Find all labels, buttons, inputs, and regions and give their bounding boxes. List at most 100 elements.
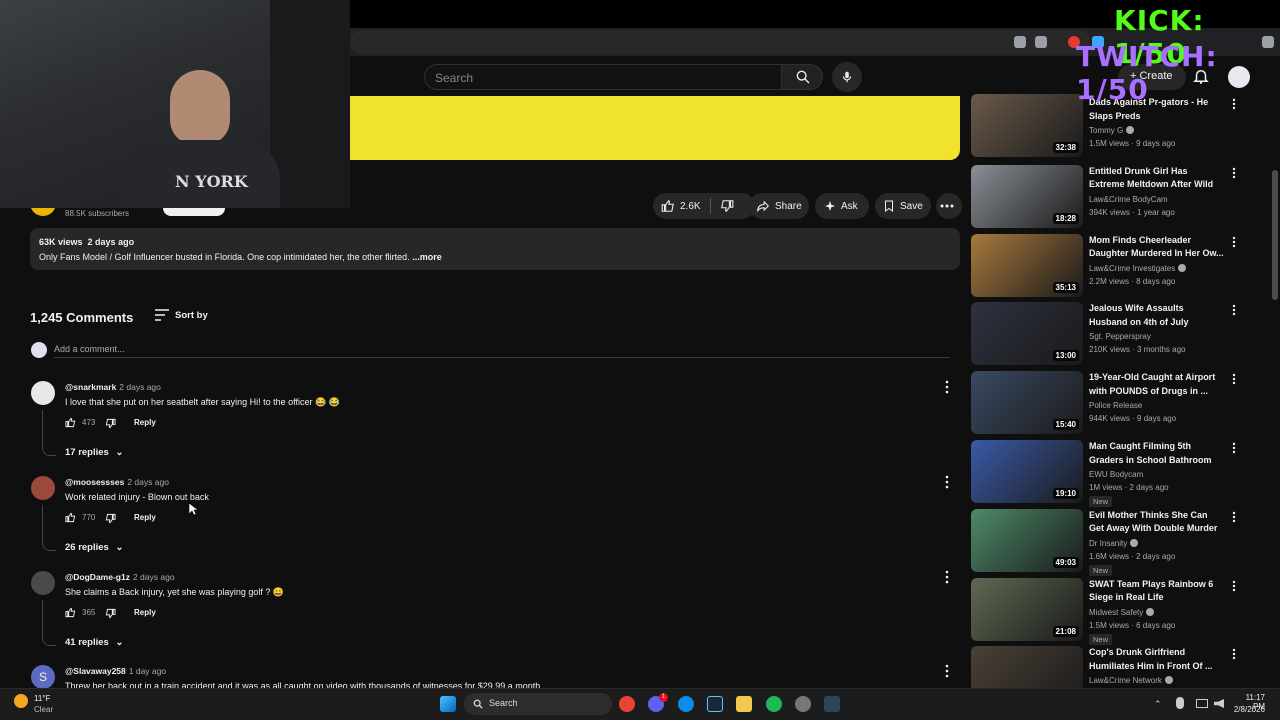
comment-author[interactable]: @moosessses 2 days ago: [65, 477, 169, 487]
video-title[interactable]: Man Caught Filming 5th Graders in School…: [1089, 440, 1224, 467]
video-title[interactable]: Mom Finds Cheerleader Daughter Murdered …: [1089, 234, 1224, 261]
thumbs-up-icon[interactable]: [65, 417, 76, 428]
network-icon[interactable]: [1196, 699, 1208, 708]
reply-button[interactable]: Reply: [134, 513, 156, 522]
video-thumbnail[interactable]: 18:28: [971, 164, 1083, 228]
share-button[interactable]: Share: [749, 193, 809, 219]
video-thumbnail[interactable]: 15:40: [971, 371, 1083, 435]
chrome-icon[interactable]: [619, 696, 635, 712]
video-menu-icon[interactable]: [1231, 511, 1237, 523]
sparkle-icon: [825, 201, 835, 211]
comment-menu-icon[interactable]: [944, 570, 950, 584]
comment-author[interactable]: @snarkmark 2 days ago: [65, 382, 161, 392]
video-channel[interactable]: Sgt. Pepperspray: [1089, 332, 1151, 341]
video-channel[interactable]: Dr Insanity: [1089, 538, 1139, 548]
view-replies-button[interactable]: 26 replies ⌄: [65, 542, 123, 553]
video-thumbnail[interactable]: 21:08: [971, 577, 1083, 641]
ask-label: Ask: [841, 200, 858, 212]
video-channel[interactable]: Midwest Safety: [1089, 607, 1155, 617]
video-player-area[interactable]: [350, 96, 960, 160]
save-button[interactable]: Save: [875, 193, 931, 219]
thumbs-down-icon[interactable]: [105, 608, 116, 619]
video-menu-icon[interactable]: [1231, 648, 1237, 660]
comment-author[interactable]: @DogDame-g1z 2 days ago: [65, 572, 175, 582]
video-channel[interactable]: Police Release: [1089, 401, 1142, 410]
commenter-avatar[interactable]: S: [31, 665, 55, 689]
video-menu-icon[interactable]: [1231, 236, 1237, 248]
taskbar-search[interactable]: Search: [464, 693, 612, 715]
video-thumbnail[interactable]: 19:10: [971, 440, 1083, 503]
reply-button[interactable]: Reply: [134, 418, 156, 427]
video-menu-icon[interactable]: [1231, 580, 1237, 592]
like-count[interactable]: 2.6K: [680, 201, 701, 212]
subscribe-button[interactable]: [163, 208, 225, 216]
comment-author[interactable]: @Slavaway258 1 day ago: [65, 666, 166, 676]
address-bar[interactable]: [350, 30, 1090, 54]
video-title[interactable]: SWAT Team Plays Rainbow 6 Siege in Real …: [1089, 578, 1224, 605]
clock-date[interactable]: 2/8/2026: [1233, 705, 1265, 714]
comment-menu-icon[interactable]: [944, 380, 950, 394]
sort-by-button[interactable]: Sort by: [155, 309, 208, 321]
thumbs-up-icon[interactable]: [65, 607, 76, 618]
commenter-avatar[interactable]: [31, 476, 55, 500]
app-icon[interactable]: [795, 696, 811, 712]
thumbs-down-icon[interactable]: [105, 513, 116, 524]
description-more-link[interactable]: ...more: [412, 252, 442, 262]
steam-icon[interactable]: [707, 696, 723, 712]
cast-icon[interactable]: [1014, 36, 1026, 48]
search-button[interactable]: [781, 64, 823, 90]
tray-chevron-icon[interactable]: ⌃: [1154, 699, 1162, 710]
search-input[interactable]: Search: [424, 64, 782, 90]
description-box[interactable]: 63K views 2 days ago Only Fans Model / G…: [30, 228, 960, 270]
bookmark-star-icon[interactable]: [1035, 36, 1047, 48]
thumbs-down-icon[interactable]: [720, 199, 734, 213]
video-thumbnail[interactable]: 49:03: [971, 508, 1083, 572]
comment-time[interactable]: 2 days ago: [127, 477, 169, 487]
video-thumbnail[interactable]: 13:00: [971, 302, 1083, 366]
video-thumbnail[interactable]: 35:13: [971, 233, 1083, 297]
video-title[interactable]: Jealous Wife Assaults Husband on 4th of …: [1089, 302, 1224, 329]
video-title[interactable]: Entitled Drunk Girl Has Extreme Meltdown…: [1089, 165, 1224, 193]
microphone-icon[interactable]: [1176, 697, 1184, 709]
video-channel[interactable]: Law&Crime BodyCam: [1089, 195, 1168, 204]
view-replies-button[interactable]: 41 replies ⌄: [65, 637, 123, 648]
video-menu-icon[interactable]: [1231, 442, 1237, 454]
thumbs-down-icon[interactable]: [105, 418, 116, 429]
video-title[interactable]: 19-Year-Old Caught at Airport with POUND…: [1089, 371, 1224, 398]
video-menu-icon[interactable]: [1231, 304, 1237, 316]
view-replies-button[interactable]: 17 replies ⌄: [65, 447, 123, 458]
add-comment-input[interactable]: Add a comment...: [54, 344, 950, 358]
scrollbar-thumb[interactable]: [1272, 170, 1278, 300]
commenter-avatar[interactable]: [31, 381, 55, 405]
weather-temp[interactable]: 11°F: [34, 694, 50, 703]
comment-time[interactable]: 2 days ago: [133, 572, 175, 582]
weather-desc[interactable]: Clear: [34, 705, 53, 714]
comment-menu-icon[interactable]: [944, 475, 950, 489]
video-menu-icon[interactable]: [1231, 167, 1237, 179]
spotify-icon[interactable]: [766, 696, 782, 712]
video-menu-icon[interactable]: [1231, 373, 1237, 385]
more-actions-button[interactable]: [936, 193, 962, 219]
weather-icon[interactable]: [14, 694, 28, 708]
file-explorer-icon[interactable]: [736, 696, 752, 712]
thumbs-up-icon[interactable]: [65, 512, 76, 523]
video-channel[interactable]: Law&Crime Investigates: [1089, 263, 1187, 273]
video-channel[interactable]: EWU Bodycam: [1089, 470, 1143, 479]
reply-button[interactable]: Reply: [134, 608, 156, 617]
thumbs-up-icon[interactable]: [661, 199, 675, 213]
commenter-avatar[interactable]: [31, 571, 55, 595]
video-thumbnail[interactable]: 32:38: [971, 94, 1083, 157]
edge-icon[interactable]: [678, 696, 694, 712]
windows-start-icon[interactable]: [440, 696, 456, 712]
comment-menu-icon[interactable]: [944, 664, 950, 678]
steam-icon[interactable]: [824, 696, 840, 712]
new-badge: New: [1089, 496, 1113, 507]
video-title[interactable]: Evil Mother Thinks She Can Get Away With…: [1089, 509, 1224, 536]
comment-time[interactable]: 2 days ago: [119, 382, 161, 392]
ask-button[interactable]: Ask: [815, 193, 869, 219]
voice-search-button[interactable]: [832, 62, 862, 92]
video-title[interactable]: Cop's Drunk Girlfriend Humiliates Him in…: [1089, 646, 1224, 673]
video-channel[interactable]: Tommy G: [1089, 126, 1135, 135]
video-channel[interactable]: Law&Crime Network: [1089, 676, 1173, 685]
comment-time[interactable]: 1 day ago: [129, 666, 166, 676]
